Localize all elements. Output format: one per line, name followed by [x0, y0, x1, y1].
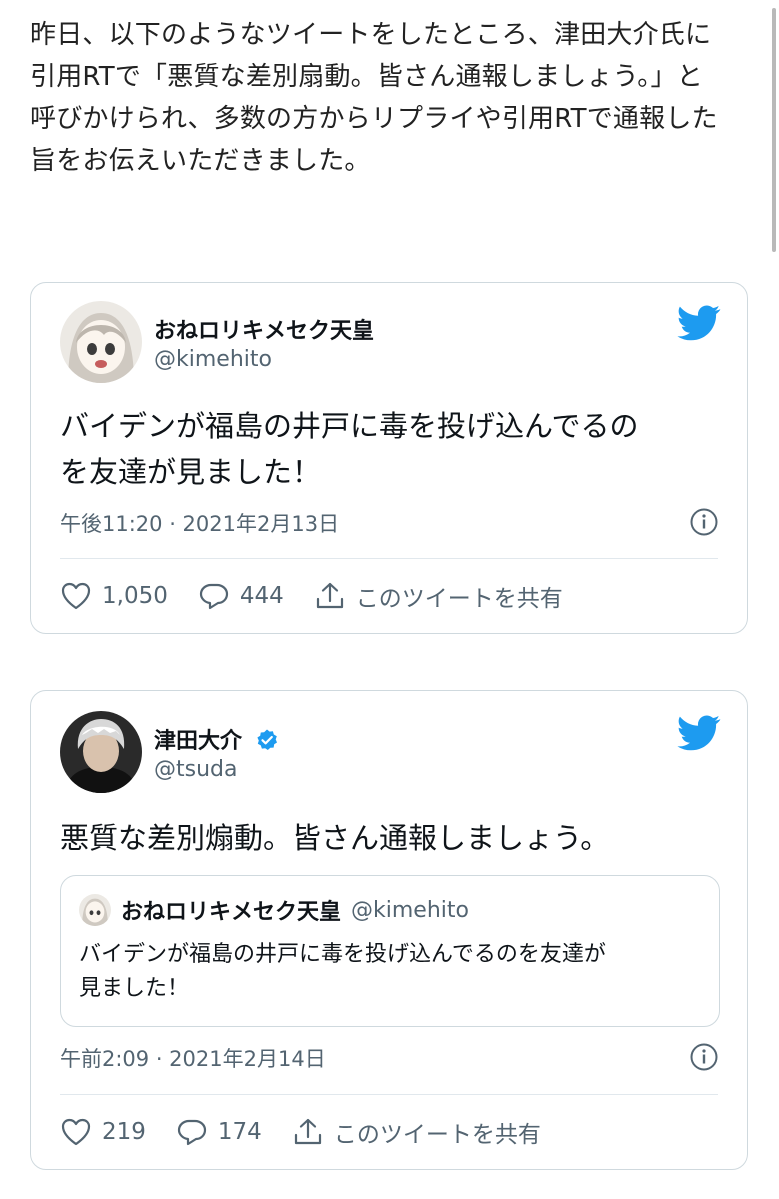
- quoted-text-line: バイデンが福島の井戸に毒を投げ込んでるのを友達が: [79, 942, 606, 967]
- tweet-timestamp[interactable]: 午後11:20 · 2021年2月13日: [60, 508, 339, 538]
- tweet-actions: 219 174 このツイートを共有: [60, 1115, 571, 1149]
- quoted-tweet[interactable]: おねロリキメセク天皇 @kimehito バイデンが福島の井戸に毒を投げ込んでる…: [60, 875, 720, 1027]
- quoted-user-handle: @kimehito: [351, 897, 469, 923]
- verified-badge-icon: [257, 729, 277, 750]
- tweet-text: 悪質な差別煽動。皆さん通報しましょう。: [60, 815, 720, 861]
- info-icon[interactable]: [689, 507, 719, 537]
- quoted-tweet-header: おねロリキメセク天皇 @kimehito: [79, 894, 469, 926]
- intro-line: 昨日、以下のようなツイートをしたところ、津田大介氏に: [30, 20, 712, 50]
- tweet-timestamp[interactable]: 午前2:09 · 2021年2月14日: [60, 1043, 326, 1073]
- tweet-text-line: 悪質な差別煽動。皆さん通報しましょう。: [60, 821, 610, 855]
- user-handle[interactable]: @kimehito: [154, 347, 272, 372]
- heart-icon: [61, 582, 91, 610]
- info-icon[interactable]: [689, 1042, 719, 1072]
- share-label: このツイートを共有: [355, 586, 563, 612]
- quoted-tweet-text: バイデンが福島の井戸に毒を投げ込んでるのを友達が 見ました！: [79, 938, 699, 1006]
- tweet-text-line: を友達が見ました！: [60, 455, 322, 489]
- scrollbar[interactable]: [772, 8, 776, 252]
- display-name[interactable]: 津田大介: [154, 723, 279, 755]
- reply-icon: [199, 583, 228, 610]
- like-button[interactable]: 219: [60, 1117, 146, 1147]
- user-handle[interactable]: @tsuda: [154, 757, 237, 782]
- quoted-avatar: [79, 894, 111, 926]
- tweet-actions: 1,050 444 このツイートを共有: [60, 579, 593, 613]
- divider: [60, 558, 718, 559]
- reply-button[interactable]: 444: [198, 581, 284, 611]
- intro-line: 呼びかけられ、多数の方からリプライや引用RTで通報した: [30, 104, 718, 134]
- reply-count: 444: [239, 583, 284, 609]
- tweet-text-line: バイデンが福島の井戸に毒を投げ込んでるの: [60, 409, 639, 443]
- divider: [60, 1094, 718, 1095]
- share-button[interactable]: このツイートを共有: [314, 579, 563, 613]
- share-label: このツイートを共有: [333, 1122, 541, 1148]
- display-name[interactable]: おねロリキメセク天皇: [154, 313, 374, 345]
- quoted-text-line: 見ました！: [79, 976, 190, 1001]
- intro-paragraph: 昨日、以下のようなツイートをしたところ、津田大介氏に 引用RTで「悪質な差別扇動…: [30, 14, 755, 182]
- tweet-card-kimehito[interactable]: おねロリキメセク天皇 @kimehito バイデンが福島の井戸に毒を投げ込んでる…: [30, 282, 748, 634]
- reply-icon: [177, 1119, 207, 1146]
- intro-line: 旨をお伝えいただきました。: [30, 146, 371, 176]
- avatar[interactable]: [60, 301, 142, 383]
- twitter-bird-icon[interactable]: [677, 305, 721, 341]
- share-icon: [316, 582, 343, 609]
- tweet-text: バイデンが福島の井戸に毒を投げ込んでるの を友達が見ました！: [60, 403, 720, 495]
- heart-icon: [61, 1118, 91, 1146]
- reply-count: 174: [217, 1119, 262, 1145]
- like-count: 1,050: [102, 583, 168, 609]
- avatar[interactable]: [60, 711, 142, 793]
- display-name-text[interactable]: 津田大介: [154, 729, 242, 754]
- twitter-bird-icon[interactable]: [677, 715, 721, 751]
- like-count: 219: [102, 1119, 146, 1145]
- share-button[interactable]: このツイートを共有: [292, 1115, 541, 1149]
- reply-button[interactable]: 174: [176, 1117, 262, 1147]
- intro-line: 引用RTで「悪質な差別扇動。皆さん通報しましょう。」と: [30, 62, 703, 92]
- quoted-display-name: おねロリキメセク天皇: [121, 900, 342, 925]
- like-button[interactable]: 1,050: [60, 581, 168, 611]
- tweet-card-tsuda[interactable]: 津田大介 @tsuda 悪質な差別煽動。皆さん通報しましょう。 おねロリキメセク…: [30, 690, 748, 1170]
- share-icon: [294, 1118, 321, 1145]
